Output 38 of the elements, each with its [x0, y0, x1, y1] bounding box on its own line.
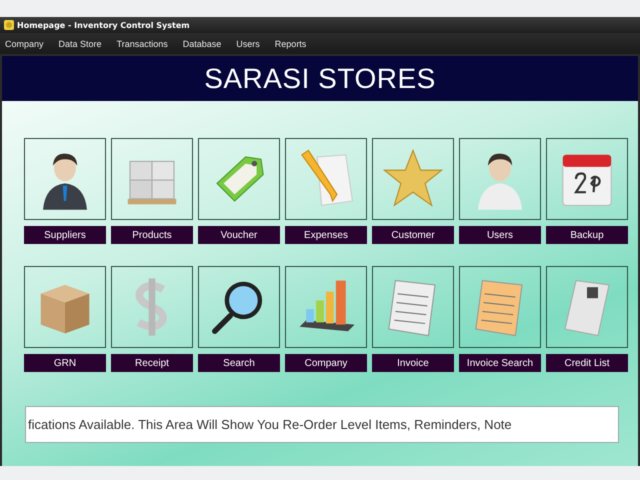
app-icon: [4, 20, 14, 30]
tile-button[interactable]: [24, 266, 106, 348]
tile-label[interactable]: Receipt: [111, 354, 193, 372]
tile-button[interactable]: [111, 138, 193, 220]
tile-button[interactable]: [459, 266, 541, 348]
tile-button[interactable]: [24, 138, 106, 220]
tile-label[interactable]: Search: [198, 354, 280, 372]
tile-button[interactable]: [372, 266, 454, 348]
tile-button[interactable]: [459, 138, 541, 220]
menu-item[interactable]: Users: [236, 38, 260, 48]
tile-label[interactable]: Company: [285, 354, 367, 372]
tile-label[interactable]: Invoice Search: [459, 354, 541, 372]
tile-button[interactable]: [285, 138, 367, 220]
notification-text: fications Available. This Area Will Show You Re-Order Level Items, Reminders, Note: [27, 417, 512, 432]
tile-label[interactable]: Expenses: [285, 226, 367, 244]
tile-button[interactable]: [372, 138, 454, 220]
tile-label[interactable]: GRN: [24, 354, 106, 372]
tile-label[interactable]: Invoice: [372, 354, 454, 372]
store-title: SARASI STORES: [204, 62, 436, 94]
tile-button[interactable]: [111, 266, 193, 348]
tile-button[interactable]: [198, 138, 280, 220]
menu-item[interactable]: Company: [5, 38, 44, 48]
tile-label[interactable]: Products: [111, 226, 193, 244]
tile-button[interactable]: [285, 266, 367, 348]
menu-item[interactable]: Database: [182, 38, 222, 48]
tile-label[interactable]: Suppliers: [24, 226, 106, 244]
tile-button[interactable]: [198, 266, 280, 348]
tile-button[interactable]: [546, 266, 628, 348]
menu-item[interactable]: Reports: [274, 38, 306, 48]
tile-button[interactable]: [546, 138, 628, 220]
window-title: Homepage - Inventory Control System: [17, 20, 190, 30]
menu-item[interactable]: Transactions: [116, 38, 168, 48]
tile-label[interactable]: Customer: [372, 226, 454, 244]
tile-label[interactable]: Users: [459, 226, 541, 244]
tile-label[interactable]: Backup: [546, 226, 628, 244]
tile-label[interactable]: Voucher: [198, 226, 280, 244]
menu-item[interactable]: Data Store: [58, 38, 102, 48]
tile-label[interactable]: Credit List: [546, 354, 628, 372]
